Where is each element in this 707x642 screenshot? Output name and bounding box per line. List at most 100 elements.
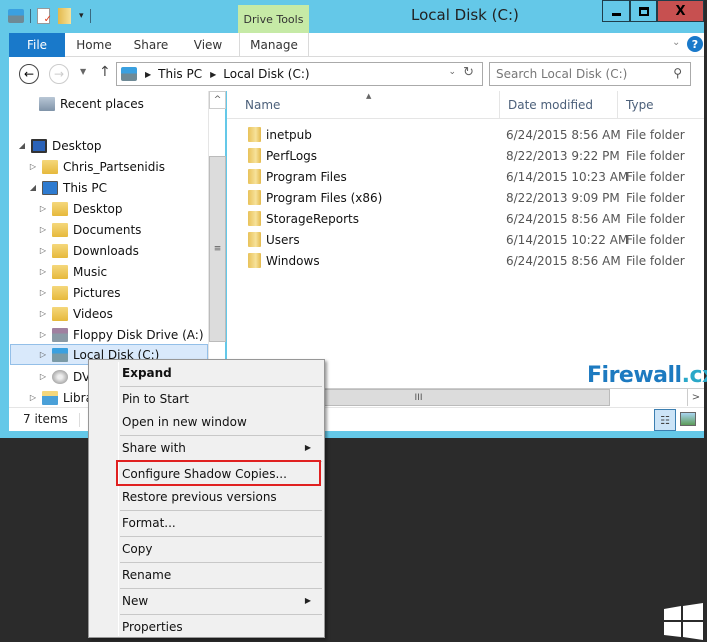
status-separator xyxy=(79,413,80,427)
file-row[interactable]: inetpub 6/24/2015 8:56 AM File folder xyxy=(227,124,704,145)
tree-item-floppy[interactable]: ▷ Floppy Disk Drive (A:) xyxy=(38,324,204,345)
tree-item-music[interactable]: ▷ Music xyxy=(38,261,107,282)
scrollbar-thumb[interactable]: ≡ xyxy=(209,156,226,342)
expand-icon[interactable]: ▷ xyxy=(38,246,48,255)
tree-item-this-pc[interactable]: ◢ This PC xyxy=(28,177,107,198)
tree-item-pictures[interactable]: ▷ Pictures xyxy=(38,282,121,303)
breadcrumb-arrow-icon[interactable]: ▶ xyxy=(145,70,151,79)
file-name: Program Files (x86) xyxy=(266,190,383,205)
watermark-suffix: .cx xyxy=(681,363,707,388)
file-row[interactable]: StorageReports 6/24/2015 8:56 AM File fold… xyxy=(227,208,704,229)
file-row[interactable]: Users 6/14/2015 10:22 AM File folder xyxy=(227,229,704,250)
search-icon[interactable]: ⚲ xyxy=(673,66,682,80)
minimize-button[interactable] xyxy=(602,0,630,22)
file-row[interactable]: Windows 6/24/2015 8:56 AM File folder xyxy=(227,250,704,271)
menu-separator xyxy=(120,588,322,589)
menu-separator xyxy=(120,562,322,563)
drive-icon[interactable] xyxy=(8,9,24,23)
column-header-date-modified[interactable]: Date modified xyxy=(499,91,617,119)
file-row[interactable]: Program Files (x86) 8/22/2013 9:09 PM File… xyxy=(227,187,704,208)
expand-icon[interactable]: ▷ xyxy=(38,330,48,339)
expand-ribbon-icon[interactable]: ⌄ xyxy=(672,37,680,48)
breadcrumb-local-disk[interactable]: Local Disk (C:) xyxy=(223,67,309,81)
customize-qat-icon[interactable]: ▾ xyxy=(79,11,84,21)
tab-share[interactable]: Share xyxy=(126,33,176,57)
tab-manage[interactable]: Manage xyxy=(239,33,309,57)
expand-icon[interactable]: ▷ xyxy=(38,204,48,213)
file-name: Program Files xyxy=(266,169,347,184)
collapse-icon[interactable]: ◢ xyxy=(28,183,38,192)
menu-item-configure-shadow-copies[interactable]: Configure Shadow Copies... xyxy=(91,463,322,485)
expand-icon[interactable]: ▷ xyxy=(28,162,38,171)
large-icons-view-button[interactable] xyxy=(680,412,696,426)
menu-item-new[interactable]: New ▶ xyxy=(91,590,322,612)
breadcrumb-arrow-icon[interactable]: ▶ xyxy=(210,70,216,79)
up-button[interactable]: ↑ xyxy=(99,64,111,80)
expand-icon[interactable]: ▷ xyxy=(38,267,48,276)
expand-icon[interactable]: ▷ xyxy=(28,393,38,402)
breadcrumb-this-pc[interactable]: This PC xyxy=(158,67,202,81)
expand-icon[interactable]: ▷ xyxy=(38,225,48,234)
tree-item-documents[interactable]: ▷ Documents xyxy=(38,219,141,240)
menu-item-share-with[interactable]: Share with ▶ xyxy=(91,437,322,459)
menu-item-pin-to-start[interactable]: Pin to Start xyxy=(91,388,322,410)
menu-item-rename[interactable]: Rename xyxy=(91,564,322,586)
scroll-up-button[interactable]: ^ xyxy=(209,91,226,109)
file-type: File folder xyxy=(626,148,685,163)
menu-item-restore-previous-versions[interactable]: Restore previous versions xyxy=(91,486,322,508)
menu-separator xyxy=(120,614,322,615)
address-dropdown-icon[interactable]: ⌄ xyxy=(448,67,456,77)
close-button[interactable]: X xyxy=(657,0,704,22)
search-input[interactable]: Search Local Disk (C:) ⚲ xyxy=(489,62,691,86)
quick-access-toolbar: ✓ ▾ xyxy=(8,6,97,26)
menu-item-label: Open in new window xyxy=(122,415,247,429)
tab-home[interactable]: Home xyxy=(69,33,119,57)
collapse-icon[interactable]: ◢ xyxy=(17,141,27,150)
new-folder-icon[interactable] xyxy=(58,8,71,24)
desktop-icon xyxy=(31,138,47,153)
drive-icon xyxy=(121,67,137,81)
refresh-icon[interactable]: ↻ xyxy=(463,65,474,80)
expand-icon[interactable]: ▷ xyxy=(38,288,48,297)
column-header-name[interactable]: Name xyxy=(237,91,499,119)
menu-item-format[interactable]: Format... xyxy=(91,512,322,534)
expand-icon[interactable]: ▷ xyxy=(38,350,48,359)
tree-item-label: Documents xyxy=(73,222,142,237)
tree-item-downloads[interactable]: ▷ Downloads xyxy=(38,240,139,261)
title-bar[interactable]: ✓ ▾ Drive Tools Local Disk (C:) X xyxy=(0,0,704,33)
tree-item-recent-places[interactable]: Recent places xyxy=(39,93,144,114)
tab-view[interactable]: View xyxy=(184,33,232,57)
downloads-folder-icon xyxy=(52,243,68,258)
back-button[interactable]: ← xyxy=(19,64,39,84)
menu-item-properties[interactable]: Properties xyxy=(91,616,322,638)
menu-item-open-in-new-window[interactable]: Open in new window xyxy=(91,411,322,433)
tree-item-videos[interactable]: ▷ Videos xyxy=(38,303,113,324)
address-bar[interactable]: ▶ This PC ▶ Local Disk (C:) ⌄ ↻ xyxy=(116,62,483,86)
file-name: inetpub xyxy=(266,127,312,142)
qat-separator xyxy=(30,9,31,23)
menu-item-expand[interactable]: Expand xyxy=(91,362,322,384)
details-view-button[interactable]: ☷ xyxy=(654,409,676,431)
expand-icon[interactable]: ▷ xyxy=(38,372,48,381)
file-row[interactable]: Program Files 6/14/2015 10:23 AM File fold… xyxy=(227,166,704,187)
tree-item-label: Recent places xyxy=(60,96,144,111)
scroll-right-button[interactable]: > xyxy=(687,389,704,406)
menu-item-copy[interactable]: Copy xyxy=(91,538,322,560)
window-title: Local Disk (C:) xyxy=(411,6,519,24)
tree-item-desktop-folder[interactable]: ▷ Desktop xyxy=(38,198,123,219)
forward-button[interactable]: → xyxy=(49,64,69,84)
file-date-modified: 6/24/2015 8:56 AM xyxy=(506,211,621,226)
tree-item-desktop[interactable]: ◢ Desktop xyxy=(17,135,102,156)
maximize-button[interactable] xyxy=(630,0,657,22)
properties-icon[interactable]: ✓ xyxy=(37,8,52,25)
recent-locations-dropdown[interactable]: ▼ xyxy=(80,67,86,76)
column-header-type[interactable]: Type xyxy=(617,91,704,119)
menu-item-label: Format... xyxy=(122,516,176,530)
help-icon[interactable]: ? xyxy=(687,36,703,52)
computer-icon xyxy=(42,180,58,195)
expand-icon[interactable]: ▷ xyxy=(38,309,48,318)
tree-item-user[interactable]: ▷ Chris_Partsenidis xyxy=(28,156,165,177)
file-row[interactable]: PerfLogs 8/22/2013 9:22 PM File folder xyxy=(227,145,704,166)
tab-file[interactable]: File xyxy=(9,33,65,57)
watermark-main: Firewall xyxy=(587,363,682,388)
